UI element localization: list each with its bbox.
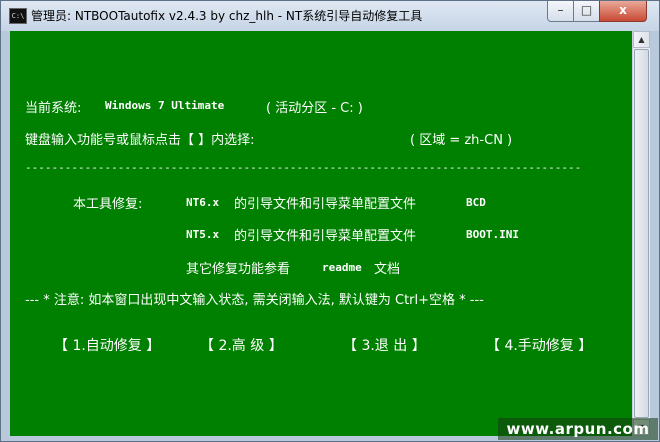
menu-manual-repair[interactable]: 【 4.手动修复 】 [486, 335, 592, 355]
fix-line1-text: 的引导文件和引导菜单配置文件 [234, 197, 417, 212]
fix-line2-file: BOOT.INI [466, 228, 519, 241]
divider-line: ----------------------------------------… [25, 161, 582, 174]
site-watermark: www.arpun.com [498, 418, 658, 440]
active-partition: ( 活动分区 - C: ) [266, 101, 363, 116]
scrollbar-thumb[interactable] [634, 49, 649, 418]
locale-info: ( 区域 = zh-CN ) [410, 133, 513, 148]
scroll-up-arrow-icon[interactable]: ▲ [633, 31, 650, 48]
system-label: 当前系统: [25, 101, 82, 116]
fix-line2-text: 的引导文件和引导菜单配置文件 [234, 229, 417, 244]
menu-advanced[interactable]: 【 2.高 级 】 [200, 335, 283, 355]
menu-auto-repair[interactable]: 【 1.自动修复 】 [54, 335, 160, 355]
fix-line3-text: 其它修复功能参看 [186, 262, 291, 277]
fix-label: 本工具修复: [73, 197, 143, 212]
console-window: C:\ 管理员: NTBOOTautofix v2.4.3 by chz_hlh… [0, 0, 660, 442]
system-value: Windows 7 Ultimate [105, 99, 225, 112]
selection-prompt: 键盘输入功能号或鼠标点击【 】内选择: [25, 133, 255, 148]
maximize-button[interactable]: □ [573, 1, 600, 22]
console-output[interactable]: 当前系统: Windows 7 Ultimate ( 活动分区 - C: ) 键… [10, 31, 632, 436]
window-title: 管理员: NTBOOTautofix v2.4.3 by chz_hlh - N… [31, 9, 423, 23]
fix-line2-code: NT5.x [186, 228, 220, 241]
fix-line1-code: NT6.x [186, 196, 220, 209]
menu-exit[interactable]: 【 3.退 出 】 [343, 335, 426, 355]
vertical-scrollbar[interactable]: ▲ ▼ [632, 31, 650, 436]
fix-line3-file: readme [322, 261, 362, 274]
fix-line1-file: BCD [466, 196, 486, 209]
close-button[interactable]: x [599, 1, 647, 22]
minimize-button[interactable]: – [547, 1, 574, 22]
title-bar[interactable]: C:\ 管理员: NTBOOTautofix v2.4.3 by chz_hlh… [1, 1, 659, 31]
ime-notice: --- * 注意: 如本窗口出现中文输入状态, 需关闭输入法, 默认键为 Ctr… [25, 293, 484, 308]
console-app-icon[interactable]: C:\ [9, 8, 27, 24]
fix-line3-suffix: 文档 [374, 262, 401, 277]
